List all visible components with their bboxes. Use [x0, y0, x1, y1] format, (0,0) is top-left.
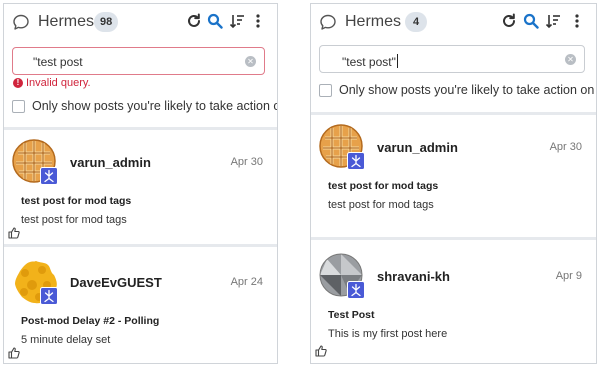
cookie-avatar-icon	[12, 259, 58, 305]
app-title: Hermes	[38, 13, 95, 30]
post-body: test post for mod tags	[328, 199, 434, 211]
app-title: Hermes	[345, 13, 402, 30]
clear-search-icon[interactable]: ✕	[565, 54, 576, 65]
post-date: Apr 30	[230, 156, 263, 168]
post-item[interactable]: varun_admin Apr 30 test post for mod tag…	[311, 124, 596, 234]
thumbs-up-icon[interactable]	[8, 227, 20, 239]
waffle-avatar-icon	[319, 124, 365, 170]
search-icon[interactable]	[207, 13, 223, 29]
search-query-text[interactable]: "test post	[33, 55, 83, 69]
post-item[interactable]: shravani-kh Apr 9 Test Post This is my f…	[311, 253, 596, 363]
likely-action-checkbox[interactable]	[12, 100, 25, 113]
post-body: test post for mod tags	[21, 214, 127, 226]
post-author[interactable]: varun_admin	[70, 155, 151, 170]
divider	[4, 244, 277, 247]
sort-icon[interactable]	[229, 13, 245, 29]
post-author[interactable]: varun_admin	[377, 140, 458, 155]
panel-header: Hermes 4	[311, 4, 596, 38]
post-title[interactable]: test post for mod tags	[328, 180, 438, 192]
likely-action-label: Only show posts you're likely to take ac…	[339, 83, 595, 97]
post-date: Apr 30	[549, 141, 582, 153]
post-author[interactable]: shravani-kh	[377, 269, 450, 284]
sort-icon[interactable]	[545, 13, 561, 29]
post-body: This is my first post here	[328, 328, 448, 340]
hermes-panel-left: Hermes 98 "test post ✕ ! Invalid query. …	[3, 3, 278, 364]
hermes-panel-right: Hermes 4 "test post" ✕ Only show posts y…	[310, 3, 597, 364]
post-count-badge: 4	[405, 12, 427, 32]
post-author[interactable]: DaveEvGUEST	[70, 275, 162, 290]
search-icon[interactable]	[523, 13, 539, 29]
post-title[interactable]: Post-mod Delay #2 - Polling	[21, 315, 159, 327]
more-options-icon[interactable]	[569, 13, 585, 29]
post-title[interactable]: test post for mod tags	[21, 195, 131, 207]
post-item[interactable]: varun_admin Apr 30 test post for mod tag…	[4, 139, 277, 243]
post-item[interactable]: DaveEvGUEST Apr 24 Post-mod Delay #2 - P…	[4, 259, 277, 363]
clear-search-icon[interactable]: ✕	[245, 56, 256, 67]
search-input[interactable]: "test post ✕	[12, 47, 265, 75]
panel-header: Hermes 98	[4, 4, 277, 38]
refresh-icon[interactable]	[186, 13, 202, 29]
chat-bubble-icon	[12, 13, 30, 31]
post-date: Apr 9	[555, 270, 582, 282]
gray-geometric-avatar-icon	[319, 253, 365, 299]
search-input[interactable]: "test post" ✕	[319, 45, 585, 73]
chat-bubble-icon	[319, 13, 337, 31]
more-options-icon[interactable]	[250, 13, 266, 29]
divider	[4, 127, 277, 130]
post-count-badge: 98	[94, 12, 119, 32]
search-query-text[interactable]: "test post"	[342, 54, 398, 69]
text-caret	[396, 54, 398, 68]
waffle-avatar-icon	[12, 139, 58, 185]
likely-action-label: Only show posts you're likely to take ac…	[32, 99, 278, 113]
error-message: Invalid query.	[26, 77, 91, 89]
divider	[311, 112, 596, 115]
error-icon: !	[13, 78, 23, 88]
likely-action-checkbox[interactable]	[319, 84, 332, 97]
thumbs-up-icon[interactable]	[8, 347, 20, 359]
post-title[interactable]: Test Post	[328, 309, 374, 321]
refresh-icon[interactable]	[501, 13, 517, 29]
post-date: Apr 24	[230, 276, 263, 288]
post-body: 5 minute delay set	[21, 334, 111, 346]
thumbs-up-icon[interactable]	[315, 345, 327, 357]
divider	[311, 237, 596, 240]
